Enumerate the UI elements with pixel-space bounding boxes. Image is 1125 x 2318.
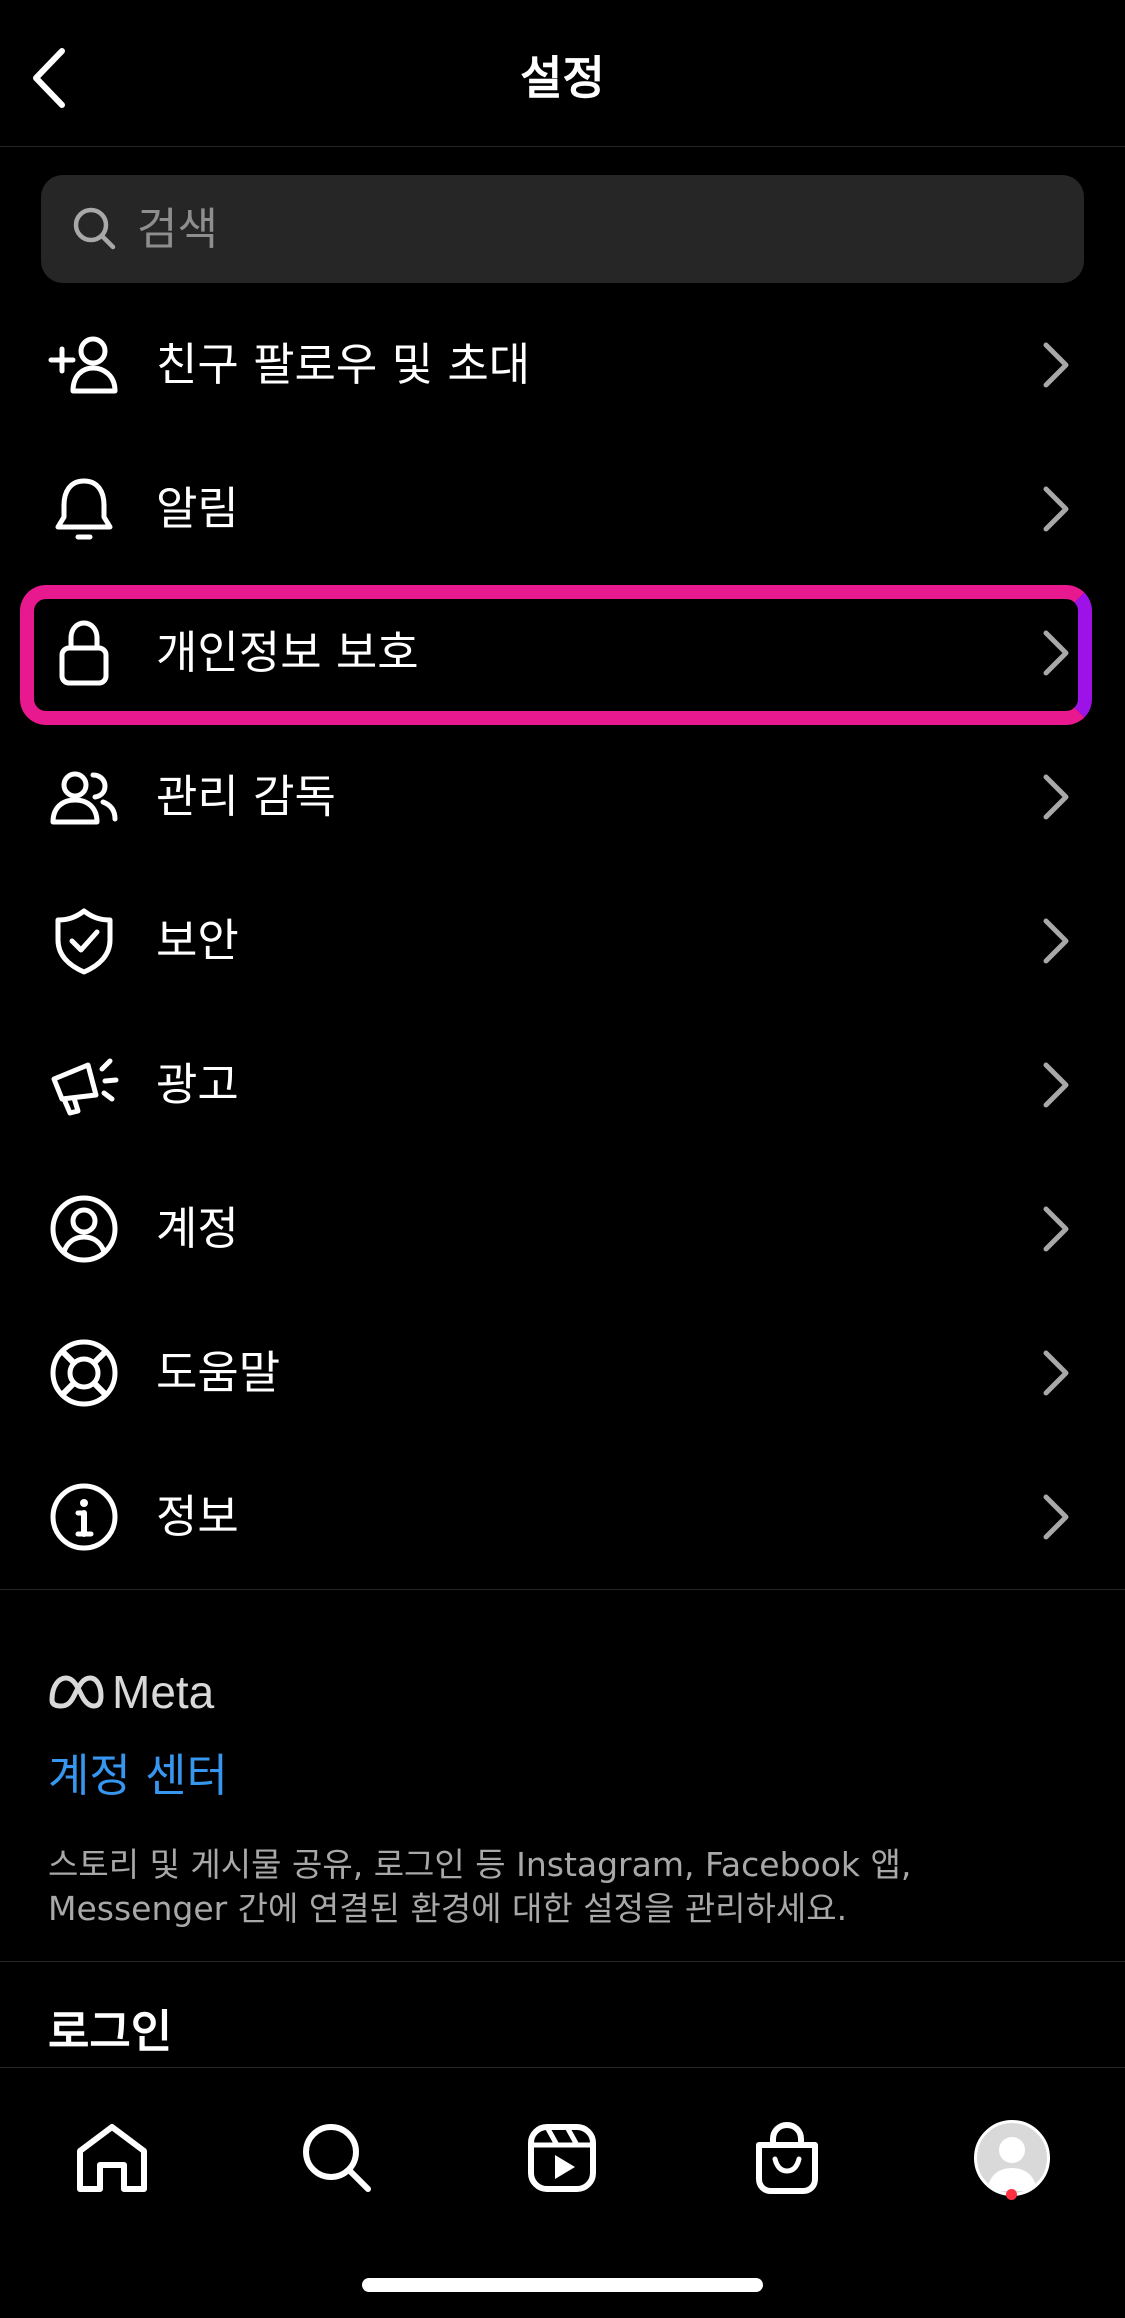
account-circle-icon [44, 1194, 124, 1264]
menu-item-label: 광고 [156, 1058, 239, 1111]
menu-item-supervision[interactable]: 관리 감독 [0, 725, 1125, 869]
menu-item-label: 친구 팔로우 및 초대 [156, 338, 531, 391]
chevron-right-icon [1043, 1206, 1069, 1252]
menu-item-label: 계정 [156, 1202, 239, 1255]
header: 설정 [0, 0, 1125, 147]
chevron-right-icon [1043, 1494, 1069, 1540]
menu-item-security[interactable]: 보안 [0, 869, 1125, 1013]
menu-item-label: 정보 [156, 1490, 239, 1543]
chevron-right-icon [1043, 918, 1069, 964]
search-bar[interactable] [41, 175, 1084, 283]
megaphone-icon [44, 1050, 124, 1120]
menu-item-follow-invite[interactable]: 친구 팔로우 및 초대 [0, 293, 1125, 437]
meta-logo: Meta [48, 1664, 214, 1720]
menu-item-about[interactable]: 정보 [0, 1445, 1125, 1589]
search-icon [303, 2124, 371, 2192]
avatar-silhouette-icon [987, 2137, 1037, 2191]
chevron-right-icon [1043, 1350, 1069, 1396]
nav-shop-button[interactable] [737, 2108, 837, 2208]
chevron-right-icon [1043, 486, 1069, 532]
home-indicator [362, 2278, 763, 2292]
chevron-right-icon [1043, 774, 1069, 820]
nav-reels-button[interactable] [512, 2108, 612, 2208]
search-input[interactable] [137, 175, 1037, 283]
menu-item-label: 개인정보 보호 [156, 626, 419, 679]
meta-logo-text: Meta [112, 1666, 215, 1718]
accounts-center-description: 스토리 및 게시물 공유, 로그인 등 Instagram, Facebook … [48, 1845, 912, 1928]
accounts-center-link[interactable]: 계정 센터 [48, 1744, 228, 1808]
menu-item-privacy[interactable]: 개인정보 보호 [0, 581, 1125, 725]
lock-icon [44, 618, 124, 688]
menu-item-help[interactable]: 도움말 [0, 1301, 1125, 1445]
add-person-icon [44, 330, 124, 400]
chevron-right-icon [1043, 630, 1069, 676]
info-icon [44, 1482, 124, 1552]
menu-item-label: 알림 [156, 482, 239, 535]
section-divider [0, 1589, 1125, 1590]
nav-home-button[interactable] [62, 2108, 162, 2208]
search-icon [73, 207, 116, 250]
lifebuoy-icon [44, 1338, 124, 1408]
profile-avatar [974, 2120, 1050, 2196]
nav-search-button[interactable] [287, 2108, 387, 2208]
menu-item-label: 관리 감독 [156, 770, 336, 823]
home-icon [77, 2124, 147, 2192]
people-icon [44, 762, 124, 832]
menu-item-ads[interactable]: 광고 [0, 1013, 1125, 1157]
shield-check-icon [44, 906, 124, 976]
chevron-right-icon [1043, 1062, 1069, 1108]
notification-dot [1006, 2189, 1017, 2200]
login-section-heading: 로그인 [48, 2005, 173, 2058]
menu-item-account[interactable]: 계정 [0, 1157, 1125, 1301]
meta-infinity-icon [49, 1675, 104, 1709]
reels-icon [528, 2124, 596, 2192]
page-title: 설정 [520, 51, 605, 105]
menu-item-label: 도움말 [156, 1346, 281, 1399]
menu-item-label: 보안 [156, 914, 239, 967]
shop-icon [756, 2121, 818, 2194]
menu-item-notifications[interactable]: 알림 [0, 437, 1125, 581]
bell-icon [44, 474, 124, 544]
section-divider [0, 1961, 1125, 1962]
chevron-right-icon [1043, 342, 1069, 388]
